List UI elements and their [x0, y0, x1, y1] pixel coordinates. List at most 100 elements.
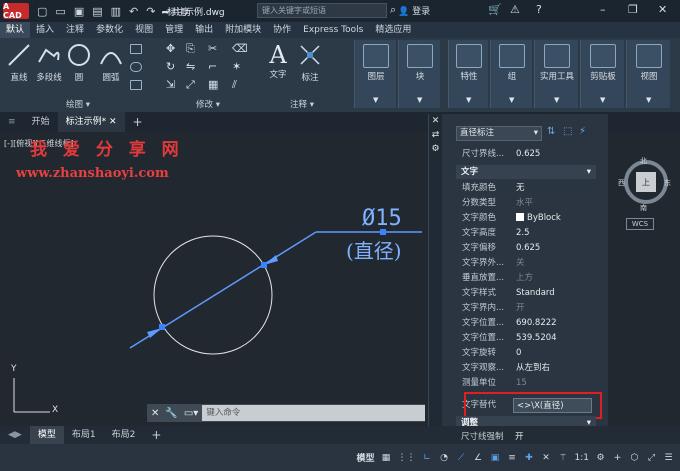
prop-row[interactable]: 文字界外... 关	[462, 256, 592, 271]
explode-icon[interactable]: ✶	[232, 61, 244, 72]
open-folder-icon[interactable]: ▭	[55, 5, 65, 18]
close-icon[interactable]: ✕	[151, 408, 159, 419]
osnap-tracking-icon[interactable]: ∠	[473, 453, 484, 463]
dimension-button[interactable]: 标注	[296, 42, 324, 83]
prop-row[interactable]: 文字观察... 从左到右	[462, 361, 592, 376]
rectangle-icon[interactable]	[130, 44, 142, 54]
rotate-icon[interactable]: ↻	[166, 61, 178, 72]
chevron-down-icon[interactable]: ▼	[417, 96, 422, 104]
chevron-down-icon[interactable]: ▼	[554, 96, 559, 104]
arc-button[interactable]: 圆弧	[98, 42, 124, 83]
offset-icon[interactable]: ⫽	[232, 79, 244, 90]
cart-icon[interactable]: 🛒	[488, 3, 502, 16]
layer-panel[interactable]: 图层 ▼	[354, 40, 396, 108]
view-panel[interactable]: 视图 ▼	[626, 40, 670, 108]
prop-row[interactable]: 测量单位 15	[462, 376, 592, 391]
trim-icon[interactable]: ✂	[208, 43, 220, 54]
view-button[interactable]: 视图	[629, 44, 669, 82]
close-icon[interactable]: ✕	[109, 117, 117, 127]
tab-layout1[interactable]: 布局1	[64, 426, 104, 444]
command-input[interactable]: 键入命令	[202, 405, 425, 421]
prop-row[interactable]: 尺寸界线... 0.625	[462, 147, 592, 162]
tab-express-tools[interactable]: Express Tools	[297, 22, 369, 38]
drawing-viewport[interactable]: [-][俯视][二维线框] 我 爱 分 享 网 www.zhanshaoyi.c…	[0, 132, 426, 425]
tab-addins[interactable]: 附加模块	[219, 22, 267, 38]
select-objects-icon[interactable]: ⬚	[563, 126, 572, 137]
undo-icon[interactable]: ↶	[129, 5, 138, 18]
array-icon[interactable]: ▦	[208, 79, 220, 90]
close-icon[interactable]: ✕	[658, 3, 667, 16]
compass-south[interactable]: 南	[640, 203, 647, 213]
redo-icon[interactable]: ↷	[146, 5, 155, 18]
menu-icon[interactable]: ≡	[0, 112, 24, 132]
prop-row[interactable]: 文字位置... 539.5204	[462, 331, 592, 346]
add-icon[interactable]: +	[612, 453, 623, 463]
ortho-icon[interactable]: ∟	[422, 453, 433, 463]
minimize-icon[interactable]: –	[600, 3, 606, 16]
erase-icon[interactable]: ⌫	[232, 43, 248, 54]
layout-menu-icon[interactable]: ◀▶	[0, 426, 30, 444]
command-prompt-icon[interactable]: ▭▾	[184, 408, 198, 419]
settings-icon[interactable]: ⚙	[429, 144, 442, 154]
isolate-icon[interactable]: ⬡	[629, 453, 640, 463]
line-button[interactable]: 直线	[4, 42, 34, 83]
prop-row[interactable]: 文字旋转 0	[462, 346, 592, 361]
group-panel[interactable]: 组 ▼	[490, 40, 532, 108]
block-button[interactable]: 块	[405, 44, 435, 82]
prop-row[interactable]: 文字颜色 ByBlock	[462, 211, 592, 226]
modify-group-label[interactable]: 修改 ▾	[196, 98, 220, 110]
prop-row[interactable]: 尺寸线强制 开	[461, 430, 591, 445]
snap-icon[interactable]: ⋮⋮	[398, 453, 416, 463]
tab-manage[interactable]: 管理	[159, 22, 189, 38]
prop-row[interactable]: 文字高度 2.5	[462, 226, 592, 241]
save-as-icon[interactable]: ▤	[92, 5, 102, 18]
prop-row[interactable]: 填充颜色 无	[462, 181, 592, 196]
compass-west[interactable]: 西	[618, 178, 625, 188]
cube-face-top[interactable]: 上	[642, 177, 650, 188]
tab-layout2[interactable]: 布局2	[104, 426, 144, 444]
prop-row[interactable]: 文字界内... 开	[462, 301, 592, 316]
search-icon[interactable]: ⌕	[390, 3, 396, 17]
hatch-icon[interactable]	[130, 80, 142, 90]
tab-parametric[interactable]: 参数化	[90, 22, 129, 38]
workspace-icon[interactable]: ⚙	[595, 453, 606, 463]
selection-cycling-icon[interactable]: ✕	[541, 453, 552, 463]
copy-icon[interactable]: ⎘	[186, 43, 198, 54]
lineweight-icon[interactable]: ≡	[507, 453, 518, 463]
customize-icon[interactable]: ☰	[663, 453, 674, 463]
block-panel[interactable]: 块 ▼	[398, 40, 440, 108]
tab-output[interactable]: 输出	[189, 22, 219, 38]
clean-screen-icon[interactable]: ⤢	[646, 453, 657, 463]
fillet-icon[interactable]: ⌐	[208, 61, 220, 72]
chevron-down-icon[interactable]: ▼	[466, 96, 471, 104]
new-tab-icon[interactable]: +	[125, 112, 151, 132]
isodraft-icon[interactable]: ⟋	[456, 453, 467, 463]
login-button[interactable]: 👤 登录	[398, 4, 430, 17]
help-icon[interactable]: ?	[536, 3, 542, 16]
model-space-button[interactable]: 模型	[357, 451, 375, 464]
annotation-group-label[interactable]: 注释 ▾	[290, 98, 314, 110]
viewcube[interactable]: 北 南 西 东 上	[618, 142, 672, 214]
object-type-select[interactable]: 直径标注 ▾	[456, 126, 542, 141]
tab-featured-apps[interactable]: 精选应用	[369, 22, 417, 38]
clipboard-panel[interactable]: 剪贴板 ▼	[580, 40, 624, 108]
save-icon[interactable]: ▣	[74, 5, 84, 18]
quick-select-icon[interactable]: ⚡	[579, 126, 586, 137]
add-layout-icon[interactable]: +	[143, 426, 169, 444]
group-button[interactable]: 组	[497, 44, 527, 82]
pin-icon[interactable]: ⇄	[429, 130, 442, 140]
toggle-pickadd-icon[interactable]: ⇅	[547, 126, 555, 137]
chevron-down-icon[interactable]: ▼	[646, 96, 651, 104]
tab-default[interactable]: 默认	[0, 22, 31, 38]
app-logo[interactable]: A CAD	[3, 2, 29, 20]
scale-icon[interactable]: ⤢	[186, 79, 198, 90]
wcs-menu[interactable]: WCS	[626, 218, 654, 230]
grip-point[interactable]	[159, 324, 165, 330]
properties-panel[interactable]: 特性 ▼	[448, 40, 488, 108]
dimension-value[interactable]: Ø15	[362, 206, 402, 231]
annotation-visibility-icon[interactable]: ⚚	[558, 453, 569, 463]
tab-collaborate[interactable]: 协作	[267, 22, 297, 38]
prop-row[interactable]: 垂直放置... 上方	[462, 271, 592, 286]
search-input[interactable]: 键入关键字或短语	[257, 3, 387, 18]
tab-view[interactable]: 视图	[129, 22, 159, 38]
